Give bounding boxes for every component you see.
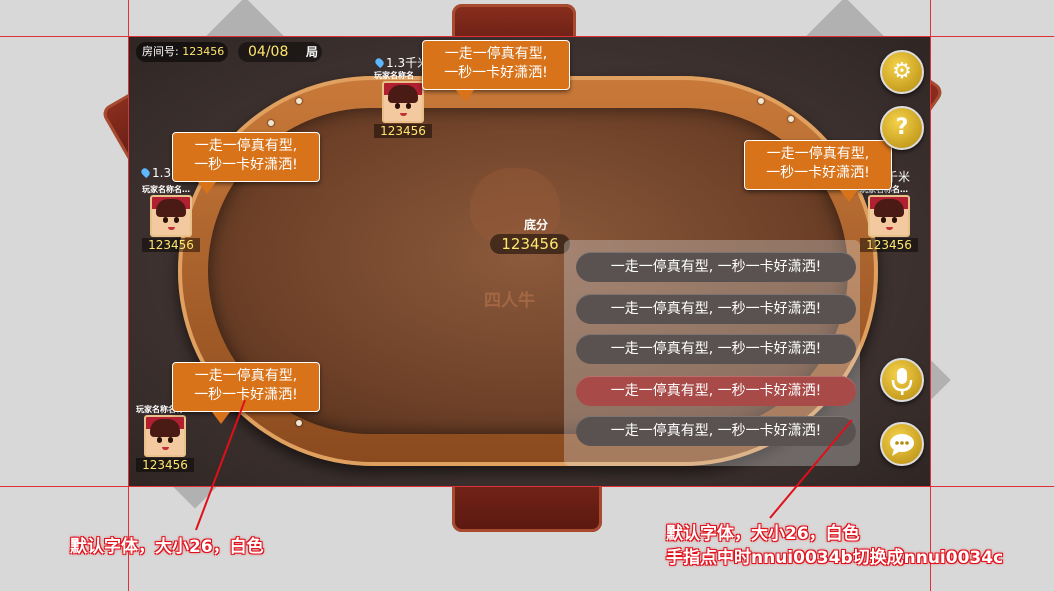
annotation-right-1: 默认字体，大小26，白色 bbox=[666, 524, 860, 544]
annotation-left: 默认字体，大小26，白色 bbox=[70, 537, 264, 557]
annotation-pointers bbox=[195, 399, 853, 531]
annotation-right-2: 手指点中时nnui0034b切换成nnui0034c bbox=[666, 548, 1004, 568]
